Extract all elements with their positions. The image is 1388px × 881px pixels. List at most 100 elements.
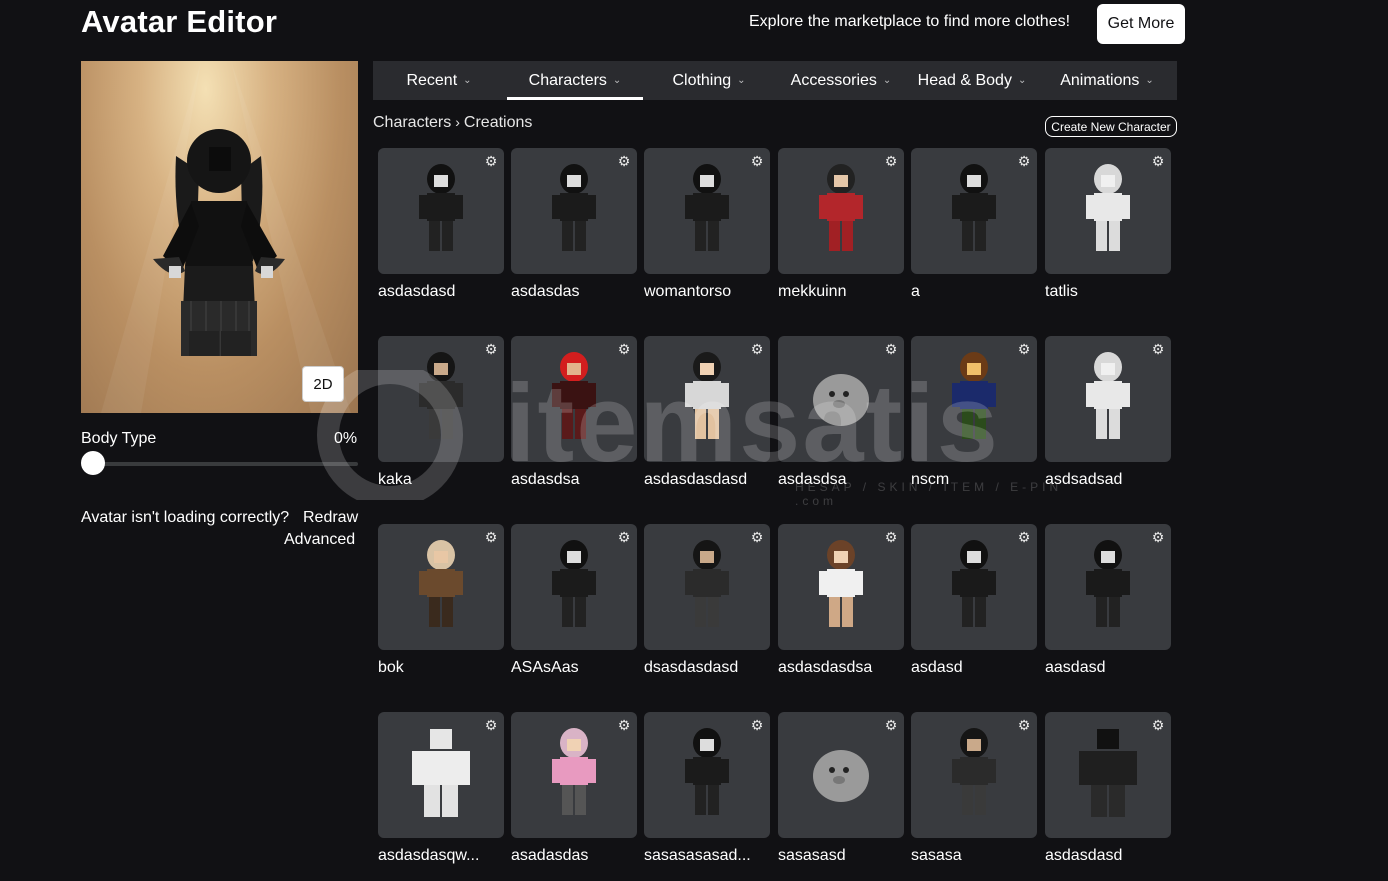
character-card[interactable]: ⚙ tatlis [1045,148,1171,301]
gear-icon[interactable]: ⚙ [617,718,631,732]
gear-icon[interactable]: ⚙ [750,154,764,168]
character-name: dsasdasdasd [644,659,739,676]
character-thumbnail[interactable]: ⚙ [511,336,637,462]
character-card[interactable]: ⚙ sasasasasad... [644,712,770,865]
gear-icon[interactable]: ⚙ [1017,718,1031,732]
character-thumbnail[interactable]: ⚙ [1045,524,1171,650]
tab-characters[interactable]: Characters ⌄ [507,61,643,100]
get-more-button[interactable]: Get More [1097,4,1185,44]
character-card[interactable]: ⚙ mekkuinn [778,148,904,301]
character-name: asdasdasdsa [778,659,873,676]
gear-icon[interactable]: ⚙ [617,530,631,544]
character-thumbnail[interactable]: ⚙ [778,148,904,274]
gear-icon[interactable]: ⚙ [484,718,498,732]
character-thumbnail[interactable]: ⚙ [644,336,770,462]
character-thumbnail[interactable]: ⚙ [378,712,504,838]
character-thumbnail[interactable]: ⚙ [511,148,637,274]
character-name: nscm [911,471,950,488]
gear-icon[interactable]: ⚙ [617,342,631,356]
chevron-down-icon: ⌄ [463,75,472,86]
tab-head-body[interactable]: Head & Body ⌄ [907,61,1037,100]
character-card[interactable]: ⚙ womantorso [644,148,770,301]
character-name: sasasa [911,847,962,864]
character-thumbnail[interactable]: ⚙ [378,524,504,650]
character-thumbnail[interactable]: ⚙ [911,336,1037,462]
character-thumbnail[interactable]: ⚙ [911,712,1037,838]
gear-icon[interactable]: ⚙ [750,530,764,544]
character-card[interactable]: ⚙ asdasdasdasd [644,336,770,489]
character-card[interactable]: ⚙ dsasdasdasd [644,524,770,677]
gear-icon[interactable]: ⚙ [884,154,898,168]
gear-icon[interactable]: ⚙ [750,718,764,732]
breadcrumb-root[interactable]: Characters [373,114,451,131]
character-card[interactable]: ⚙ asadasdas [511,712,637,865]
character-figure [544,349,604,450]
character-card[interactable]: ⚙ asdsadsad [1045,336,1171,489]
character-thumbnail[interactable]: ⚙ [911,524,1037,650]
gear-icon[interactable]: ⚙ [484,154,498,168]
gear-icon[interactable]: ⚙ [484,342,498,356]
character-name: mekkuinn [778,283,847,300]
gear-icon[interactable]: ⚙ [884,718,898,732]
marketplace-promo-text: Explore the marketplace to find more clo… [749,13,1071,30]
character-card[interactable]: ⚙ asdasdasdsa [778,524,904,677]
redraw-link[interactable]: Redraw [303,509,358,527]
character-thumbnail[interactable]: ⚙ [778,524,904,650]
character-card[interactable]: ⚙ asdasdsa [511,336,637,489]
character-card[interactable]: ⚙ asdasdsa [778,336,904,489]
character-thumbnail[interactable]: ⚙ [778,712,904,838]
character-name: kaka [378,471,412,488]
character-card[interactable]: ⚙ asdasdas [511,148,637,301]
gear-icon[interactable]: ⚙ [1151,718,1165,732]
tab-recent[interactable]: Recent ⌄ [373,61,505,100]
character-thumbnail[interactable]: ⚙ [511,712,637,838]
gear-icon[interactable]: ⚙ [884,342,898,356]
character-thumbnail[interactable]: ⚙ [778,336,904,462]
gear-icon[interactable]: ⚙ [884,530,898,544]
character-card[interactable]: ⚙ kaka [378,336,504,489]
character-figure [944,349,1004,450]
tab-animations[interactable]: Animations ⌄ [1037,61,1177,100]
character-card[interactable]: ⚙ asdasdasd [378,148,504,301]
character-card[interactable]: ⚙ ASAsAas [511,524,637,677]
character-card[interactable]: ⚙ sasasa [911,712,1037,865]
character-thumbnail[interactable]: ⚙ [378,148,504,274]
character-thumbnail[interactable]: ⚙ [644,524,770,650]
gear-icon[interactable]: ⚙ [1017,342,1031,356]
character-name: sasasasd [778,847,846,864]
character-thumbnail[interactable]: ⚙ [911,148,1037,274]
body-type-slider-track[interactable] [93,462,358,466]
character-card[interactable]: ⚙ asdasdasd [1045,712,1171,865]
advanced-link[interactable]: Advanced [284,531,355,549]
body-type-slider-thumb[interactable] [81,451,105,475]
tab-accessories[interactable]: Accessories ⌄ [775,61,907,100]
character-card[interactable]: ⚙ sasasasd [778,712,904,865]
character-card[interactable]: ⚙ aasdasd [1045,524,1171,677]
character-thumbnail[interactable]: ⚙ [644,148,770,274]
character-figure [677,161,737,262]
gear-icon[interactable]: ⚙ [1017,154,1031,168]
gear-icon[interactable]: ⚙ [617,154,631,168]
character-thumbnail[interactable]: ⚙ [511,524,637,650]
character-thumbnail[interactable]: ⚙ [1045,336,1171,462]
character-thumbnail[interactable]: ⚙ [1045,148,1171,274]
character-thumbnail[interactable]: ⚙ [378,336,504,462]
avatar-preview[interactable]: 2D [81,61,358,413]
gear-icon[interactable]: ⚙ [1151,530,1165,544]
gear-icon[interactable]: ⚙ [750,342,764,356]
character-thumbnail[interactable]: ⚙ [1045,712,1171,838]
gear-icon[interactable]: ⚙ [484,530,498,544]
gear-icon[interactable]: ⚙ [1017,530,1031,544]
view-2d-toggle-button[interactable]: 2D [302,366,344,402]
character-card[interactable]: ⚙ a [911,148,1037,301]
character-thumbnail[interactable]: ⚙ [644,712,770,838]
gear-icon[interactable]: ⚙ [1151,154,1165,168]
character-card[interactable]: ⚙ bok [378,524,504,677]
tab-clothing[interactable]: Clothing ⌄ [643,61,775,100]
character-card[interactable]: ⚙ asdasdasqw... [378,712,504,865]
character-figure [677,349,737,450]
gear-icon[interactable]: ⚙ [1151,342,1165,356]
create-new-character-button[interactable]: Create New Character [1045,116,1177,137]
character-card[interactable]: ⚙ asdasd [911,524,1037,677]
character-card[interactable]: ⚙ nscm [911,336,1037,489]
